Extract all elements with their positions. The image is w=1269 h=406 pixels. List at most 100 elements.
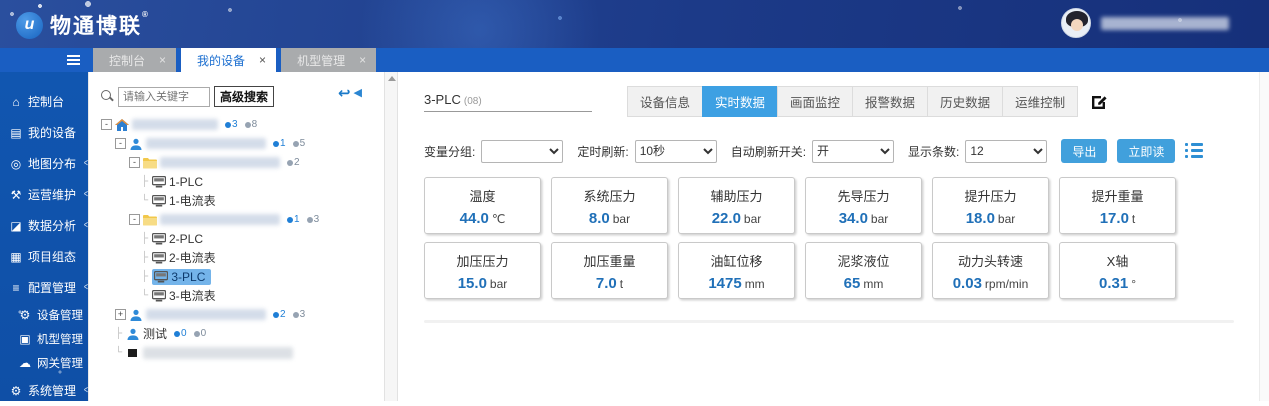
close-icon[interactable]: × [259,53,266,67]
tab-om-control[interactable]: 运维控制 [1002,86,1079,117]
page-scrollbar[interactable] [1259,72,1269,401]
gear-icon: ⚙ [10,383,22,398]
data-card-cylinder-displacement: 油缸位移 1475 mm [678,242,795,299]
card-unit: mm [863,277,884,291]
device-icon [152,195,166,207]
card-value: 17.0 [1099,210,1129,227]
data-card-powerhead-speed: 动力头转速 0.03 rpm/min [932,242,1049,299]
total-count-badge: 0 [193,328,206,339]
variable-group-select[interactable] [481,139,564,163]
registered-mark: ® [142,10,150,19]
data-card-lift-weight: 提升重量 17.0 t [1059,177,1176,234]
card-title: 辅助压力 [710,189,763,204]
tree-scrollbar[interactable] [384,72,398,401]
read-now-button[interactable]: 立即读 [1117,139,1176,163]
device-tree: - 3 8 - 1 5 - 2 ├ 1-PLC └ 1-电流表 - 1 3 ├ … [101,115,378,362]
auto-refresh-select[interactable]: 开 [812,139,895,163]
tab-console[interactable]: 控制台 × [93,48,177,72]
sidebar-item-my-devices[interactable]: ▤ 我的设备 [0,117,88,148]
device-node-label: 3-PLC [171,269,206,284]
data-card-temperature: 温度 44.0 ℃ [424,177,541,234]
sidebar-item-configuration[interactable]: ≡ 配置管理 < [0,272,88,303]
device-icon [152,176,166,188]
collapse-box-icon[interactable]: - [129,214,140,225]
sidebar-item-project-config[interactable]: ▦ 项目组态 [0,241,88,272]
sidebar-item-model-management[interactable]: ▣ 机型管理 [0,327,88,351]
refresh-interval-select[interactable]: 10秒 [634,139,717,163]
sidebar-item-data-analysis[interactable]: ◪ 数据分析 < [0,210,88,241]
tree-node-device-selected[interactable]: ├ 3-PLC [101,267,378,286]
sidebar-item-map-distribution[interactable]: ◎ 地图分布 < [0,148,88,179]
edit-icon[interactable] [1090,93,1108,111]
tree-node-device[interactable]: ├ 2-PLC [101,229,378,248]
sidebar-item-gateway-management[interactable]: ☁ 网关管理 [0,351,88,375]
sidebar-item-label: 我的设备 [28,126,77,140]
sidebar-item-device-management[interactable]: ⚙ 设备管理 [0,303,88,327]
sidebar-toggle-button[interactable] [0,48,88,72]
tab-device-info[interactable]: 设备信息 [627,86,704,117]
tree-node-redacted[interactable]: └ [101,343,378,362]
tree-search-input[interactable] [118,86,210,107]
scroll-up-arrow-icon[interactable] [388,76,396,81]
card-title: 泥浆液位 [837,254,890,269]
sidebar-item-label: 配置管理 [28,281,77,295]
collapse-panel-icon[interactable]: ◀ [354,88,362,99]
undo-refresh-icon[interactable]: ↩ [338,86,351,101]
tab-screen-monitor[interactable]: 画面监控 [777,86,854,117]
sidebar-item-console[interactable]: ⌂ 控制台 [0,86,88,117]
device-code: (08) [463,95,482,107]
main-sidebar: ⌂ 控制台 ▤ 我的设备 ◎ 地图分布 < ⚒ 运营维护 < ◪ 数据分析 < ▦ 项目组态 ≡ 配… [0,72,88,401]
tree-node-device[interactable]: └ 1-电流表 [101,191,378,210]
tab-model-management[interactable]: 机型管理 × [281,48,377,72]
advanced-search-button[interactable]: 高级搜索 [214,86,275,107]
redacted-node-label [146,138,266,149]
expand-box-icon[interactable]: + [115,309,126,320]
tab-realtime-data[interactable]: 实时数据 [702,86,779,117]
tree-node-root[interactable]: - 3 8 [101,115,378,134]
brand-logo: u 物通博联® [16,10,150,40]
close-icon[interactable]: × [359,53,366,67]
card-unit: bar [489,277,508,291]
collapse-box-icon[interactable]: - [115,138,126,149]
card-value: 34.0 [838,210,868,227]
user-avatar[interactable] [1061,8,1091,38]
tree-node-group[interactable]: + 2 3 [101,305,378,324]
tree-node-group[interactable]: - 1 5 [101,134,378,153]
sidebar-item-label: 机型管理 [37,334,83,346]
tab-history-data[interactable]: 历史数据 [927,86,1004,117]
card-unit: ° [1131,277,1136,291]
card-unit: bar [870,212,889,226]
home-icon: ⌂ [12,94,20,109]
tree-node-folder[interactable]: - 1 3 [101,210,378,229]
list-view-icon[interactable] [1185,143,1204,159]
card-value: 1475 [708,275,742,292]
display-count-select[interactable]: 12 [965,139,1048,163]
card-value: 44.0 [459,210,489,227]
tab-label: 控制台 [109,53,146,68]
top-header-bar: u 物通博联® [0,0,1269,48]
tab-my-devices[interactable]: 我的设备 × [181,48,277,72]
devices-icon: ▤ [10,125,22,140]
tree-node-device[interactable]: ├ 1-PLC [101,172,378,191]
sidebar-item-system-management[interactable]: ⚙ 系统管理 < [0,375,88,406]
user-account-area[interactable] [1061,8,1229,38]
tree-node-device[interactable]: ├ 2-电流表 [101,248,378,267]
tree-node-device[interactable]: └ 3-电流表 [101,286,378,305]
tree-node-folder[interactable]: - 2 [101,153,378,172]
model-box-icon: ▣ [19,332,31,346]
close-icon[interactable]: × [159,53,166,67]
collapse-box-icon[interactable]: - [129,157,140,168]
online-count-badge: 1 [287,214,300,225]
device-node-label: 2-电流表 [169,251,216,265]
data-card-mud-level: 泥浆液位 65 mm [805,242,922,299]
export-button[interactable]: 导出 [1061,139,1108,163]
card-value: 8.0 [588,210,610,227]
card-title: 系统压力 [583,189,636,204]
collapse-box-icon[interactable]: - [101,119,112,130]
device-icon [152,252,166,264]
card-title: 先导压力 [837,189,890,204]
tree-node-group-test[interactable]: ├ 测试 0 0 [101,324,378,343]
redacted-node-label [160,214,280,225]
sidebar-item-operation-maintenance[interactable]: ⚒ 运营维护 < [0,179,88,210]
tab-alarm-data[interactable]: 报警数据 [852,86,929,117]
